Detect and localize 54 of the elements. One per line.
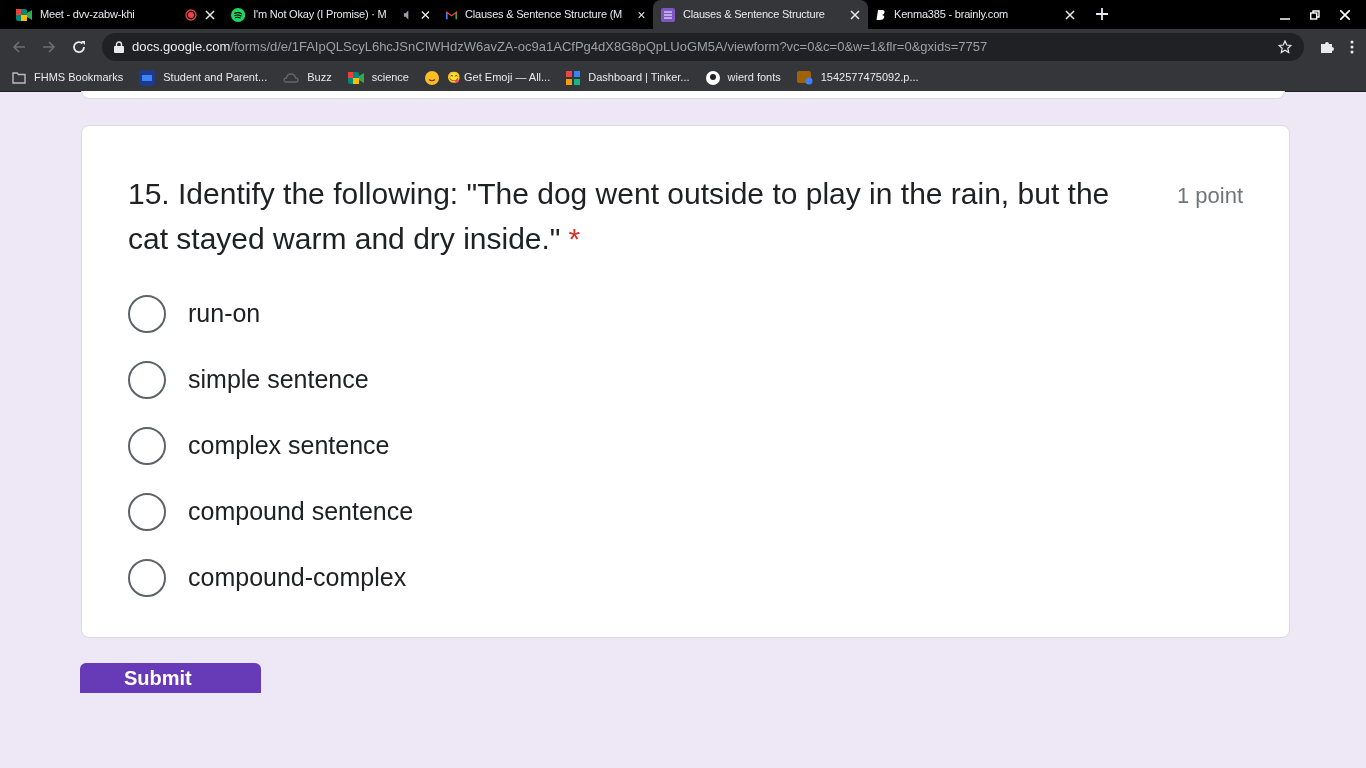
submit-button[interactable]: Submit: [80, 663, 261, 693]
sis-icon: [139, 69, 156, 86]
browser-tab[interactable]: Clauses & Sentence Structure: [653, 0, 868, 29]
question-title: 15. Identify the following: "The dog went outside to play in the rain, but the cat stayed warm and dry inside." *: [128, 176, 1111, 257]
menu-icon[interactable]: [1350, 39, 1354, 54]
url-text: docs.google.com/forms/d/e/1FAIpQLScyL6hcJSnCIWHdzW6avZA-oc9a1ACfPg4dX8G8pQpLUoGM5A/viewform?vc=0&c=0&w=1&flr=0&gxids=7757: [132, 37, 989, 56]
cloud-icon: [283, 71, 300, 84]
brand-icon: [876, 8, 886, 21]
bookmark[interactable]: Dashboard | Tinker...: [566, 69, 690, 86]
smiley-icon: [425, 70, 439, 85]
restore-icon[interactable]: [1310, 9, 1320, 20]
bookmark[interactable]: FHMS Bookmarks: [12, 69, 124, 86]
tab-title: Clauses & Sentence Structure: [683, 7, 825, 23]
close-icon[interactable]: [850, 9, 860, 20]
folder-icon: [12, 71, 26, 84]
new-tab-icon[interactable]: [1095, 7, 1109, 21]
option-label: run-on: [188, 298, 261, 330]
forward-icon[interactable]: [42, 39, 56, 54]
tab-title: Kenma385 - brainly.com: [894, 7, 1008, 23]
camera-icon: [347, 70, 364, 85]
option-label: compound-complex: [188, 562, 407, 594]
option-label: simple sentence: [188, 364, 369, 396]
image-icon: [796, 70, 813, 85]
bookmark[interactable]: science: [347, 69, 409, 86]
close-icon[interactable]: [1065, 9, 1075, 20]
reload-icon[interactable]: [72, 39, 86, 54]
option-label: complex sentence: [188, 430, 390, 462]
camera-icon: [16, 7, 32, 22]
bookmark[interactable]: wierd fonts: [705, 69, 781, 86]
mail-icon: [446, 8, 458, 21]
close-icon[interactable]: [205, 9, 215, 20]
star-icon[interactable]: [1278, 39, 1292, 54]
bookmark[interactable]: 😋 Get Emoji — All...: [425, 69, 551, 86]
radio-button[interactable]: [128, 361, 166, 399]
radio-button[interactable]: [128, 295, 166, 333]
radio-button[interactable]: [128, 427, 166, 465]
tab-title: I'm Not Okay (I Promise) · M: [253, 7, 387, 23]
puzzle-icon[interactable]: [1320, 39, 1334, 54]
bookmark[interactable]: Student and Parent...: [139, 69, 268, 86]
radio-button[interactable]: [128, 493, 166, 531]
back-icon[interactable]: [12, 39, 26, 54]
bookmark[interactable]: 1542577475092.p...: [796, 69, 919, 86]
tab-title: Clauses & Sentence Structure (M: [465, 7, 623, 23]
option-label: compound sentence: [188, 496, 414, 528]
points-label: 1 point: [1176, 182, 1243, 210]
radio-button[interactable]: [128, 559, 166, 597]
close-icon[interactable]: [638, 9, 645, 20]
lock-icon: [114, 40, 124, 53]
address-bar[interactable]: docs.google.com/forms/d/e/1FAIpQLScyL6hcJSnCIWHdzW6avZA-oc9a1ACfPg4dX8G8pQpLUoGM5A/viewform?vc=0&c=0&w=1&flr=0&gxids=7757: [102, 32, 1304, 61]
bookmark[interactable]: Buzz: [283, 69, 332, 86]
grid-icon: [566, 70, 581, 85]
tab-title: Meet - dvv-zabw-khi: [40, 7, 135, 23]
close-icon[interactable]: [421, 9, 430, 20]
form-icon: [661, 7, 675, 22]
